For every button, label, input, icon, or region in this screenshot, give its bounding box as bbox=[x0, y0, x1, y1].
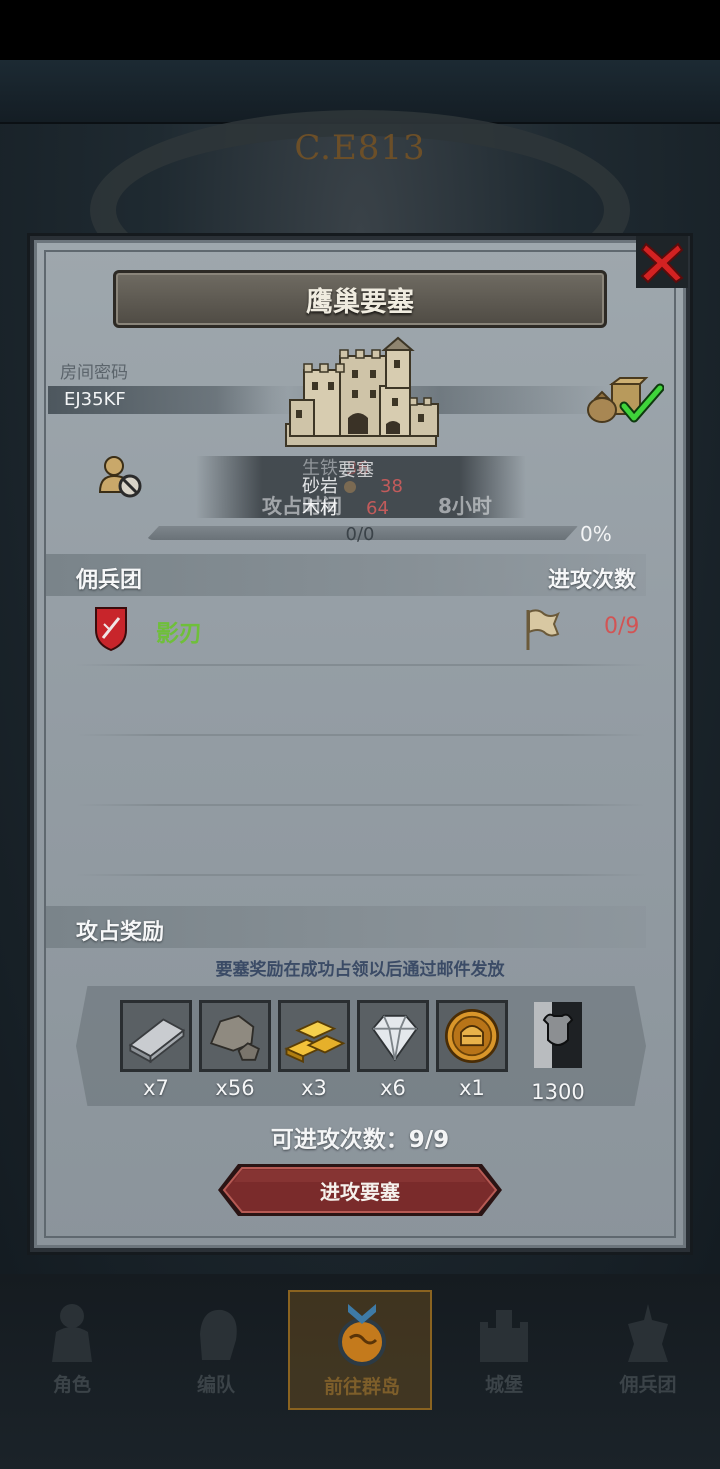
capture-progress-percent: 0% bbox=[580, 522, 612, 546]
reward-qty: x56 bbox=[215, 1076, 255, 1100]
mercenary-section-title: 佣兵团 bbox=[76, 568, 143, 593]
reward-item[interactable]: x7 bbox=[120, 1000, 192, 1100]
attack-count-title: 进攻次数 bbox=[548, 568, 637, 593]
dialog-title-banner: 鹰巢要塞 bbox=[113, 270, 607, 328]
nav-item-character[interactable]: 角色 bbox=[0, 1290, 144, 1410]
nav-label: 城堡 bbox=[484, 1374, 523, 1396]
resource-wood: 木材 64 bbox=[302, 498, 389, 519]
room-code[interactable]: EJ35KF bbox=[64, 389, 126, 410]
reward-qty: 1300 bbox=[531, 1080, 585, 1104]
player-blocked-icon[interactable] bbox=[96, 452, 144, 500]
reward-qty: x6 bbox=[380, 1076, 406, 1100]
knight-icon bbox=[52, 1304, 92, 1362]
nav-item-castle[interactable]: 城堡 bbox=[432, 1290, 576, 1410]
gold-bars-icon bbox=[278, 1000, 350, 1072]
nav-item-islands[interactable]: 前往群岛 bbox=[288, 1290, 432, 1410]
nav-item-mercenary[interactable]: 佣兵团 bbox=[576, 1290, 720, 1410]
nav-label: 编队 bbox=[196, 1374, 235, 1396]
era-year: C.E813 bbox=[294, 128, 426, 168]
rewards-section-title: 攻占奖励 bbox=[76, 920, 165, 945]
mercenary-row[interactable]: 影刃 0/9 bbox=[76, 600, 646, 662]
reward-item[interactable]: x6 bbox=[357, 1000, 429, 1100]
row-divider bbox=[76, 804, 646, 806]
close-icon[interactable] bbox=[634, 234, 690, 290]
knight-coin-icon bbox=[436, 1000, 508, 1072]
room-code-label: 房间密码 bbox=[60, 363, 128, 383]
flag-icon bbox=[526, 609, 560, 650]
mercenary-attack-count: 0/9 bbox=[604, 614, 640, 639]
mercenary-shield-icon bbox=[95, 607, 127, 652]
diamond-icon bbox=[357, 1000, 429, 1072]
reward-qty: x1 bbox=[459, 1076, 485, 1100]
reward-qty: x3 bbox=[301, 1076, 327, 1100]
nav-label: 前往群岛 bbox=[323, 1376, 400, 1398]
nav-item-formation[interactable]: 编队 bbox=[144, 1290, 288, 1410]
supply-check-icon[interactable] bbox=[584, 374, 664, 426]
attack-fortress-button[interactable]: 进攻要塞 bbox=[216, 1162, 504, 1218]
formation-icon bbox=[200, 1309, 237, 1360]
row-divider bbox=[76, 664, 646, 666]
reward-item[interactable]: 1300 bbox=[522, 1000, 594, 1104]
capture-progress-text: 0/0 bbox=[345, 524, 375, 545]
mercenary-icon bbox=[628, 1304, 668, 1362]
reward-qty: x7 bbox=[143, 1076, 169, 1100]
nav-label: 角色 bbox=[52, 1374, 91, 1396]
bull-banner-icon bbox=[534, 1002, 582, 1068]
row-divider bbox=[76, 874, 646, 876]
silver-ingot-icon bbox=[120, 1000, 192, 1072]
fortress-castle-icon bbox=[285, 336, 439, 447]
mercenary-name: 影刃 bbox=[156, 621, 202, 647]
row-divider bbox=[76, 734, 646, 736]
remaining-attempts: 可进攻次数：9/9 bbox=[270, 1127, 450, 1153]
attack-button-label: 进攻要塞 bbox=[320, 1179, 400, 1204]
rewards-note: 要塞奖励在成功占领以后通过邮件发放 bbox=[215, 960, 505, 980]
reward-item[interactable]: x3 bbox=[278, 1000, 350, 1100]
status-bar-area bbox=[0, 0, 720, 60]
castle-icon bbox=[480, 1310, 528, 1362]
stone-icon bbox=[199, 1000, 271, 1072]
island-globe-icon bbox=[338, 1304, 386, 1366]
nav-label: 佣兵团 bbox=[619, 1374, 677, 1396]
dialog-title: 鹰巢要塞 bbox=[306, 286, 414, 318]
reward-item[interactable]: x1 bbox=[436, 1000, 508, 1100]
reward-item[interactable]: x56 bbox=[199, 1000, 271, 1100]
